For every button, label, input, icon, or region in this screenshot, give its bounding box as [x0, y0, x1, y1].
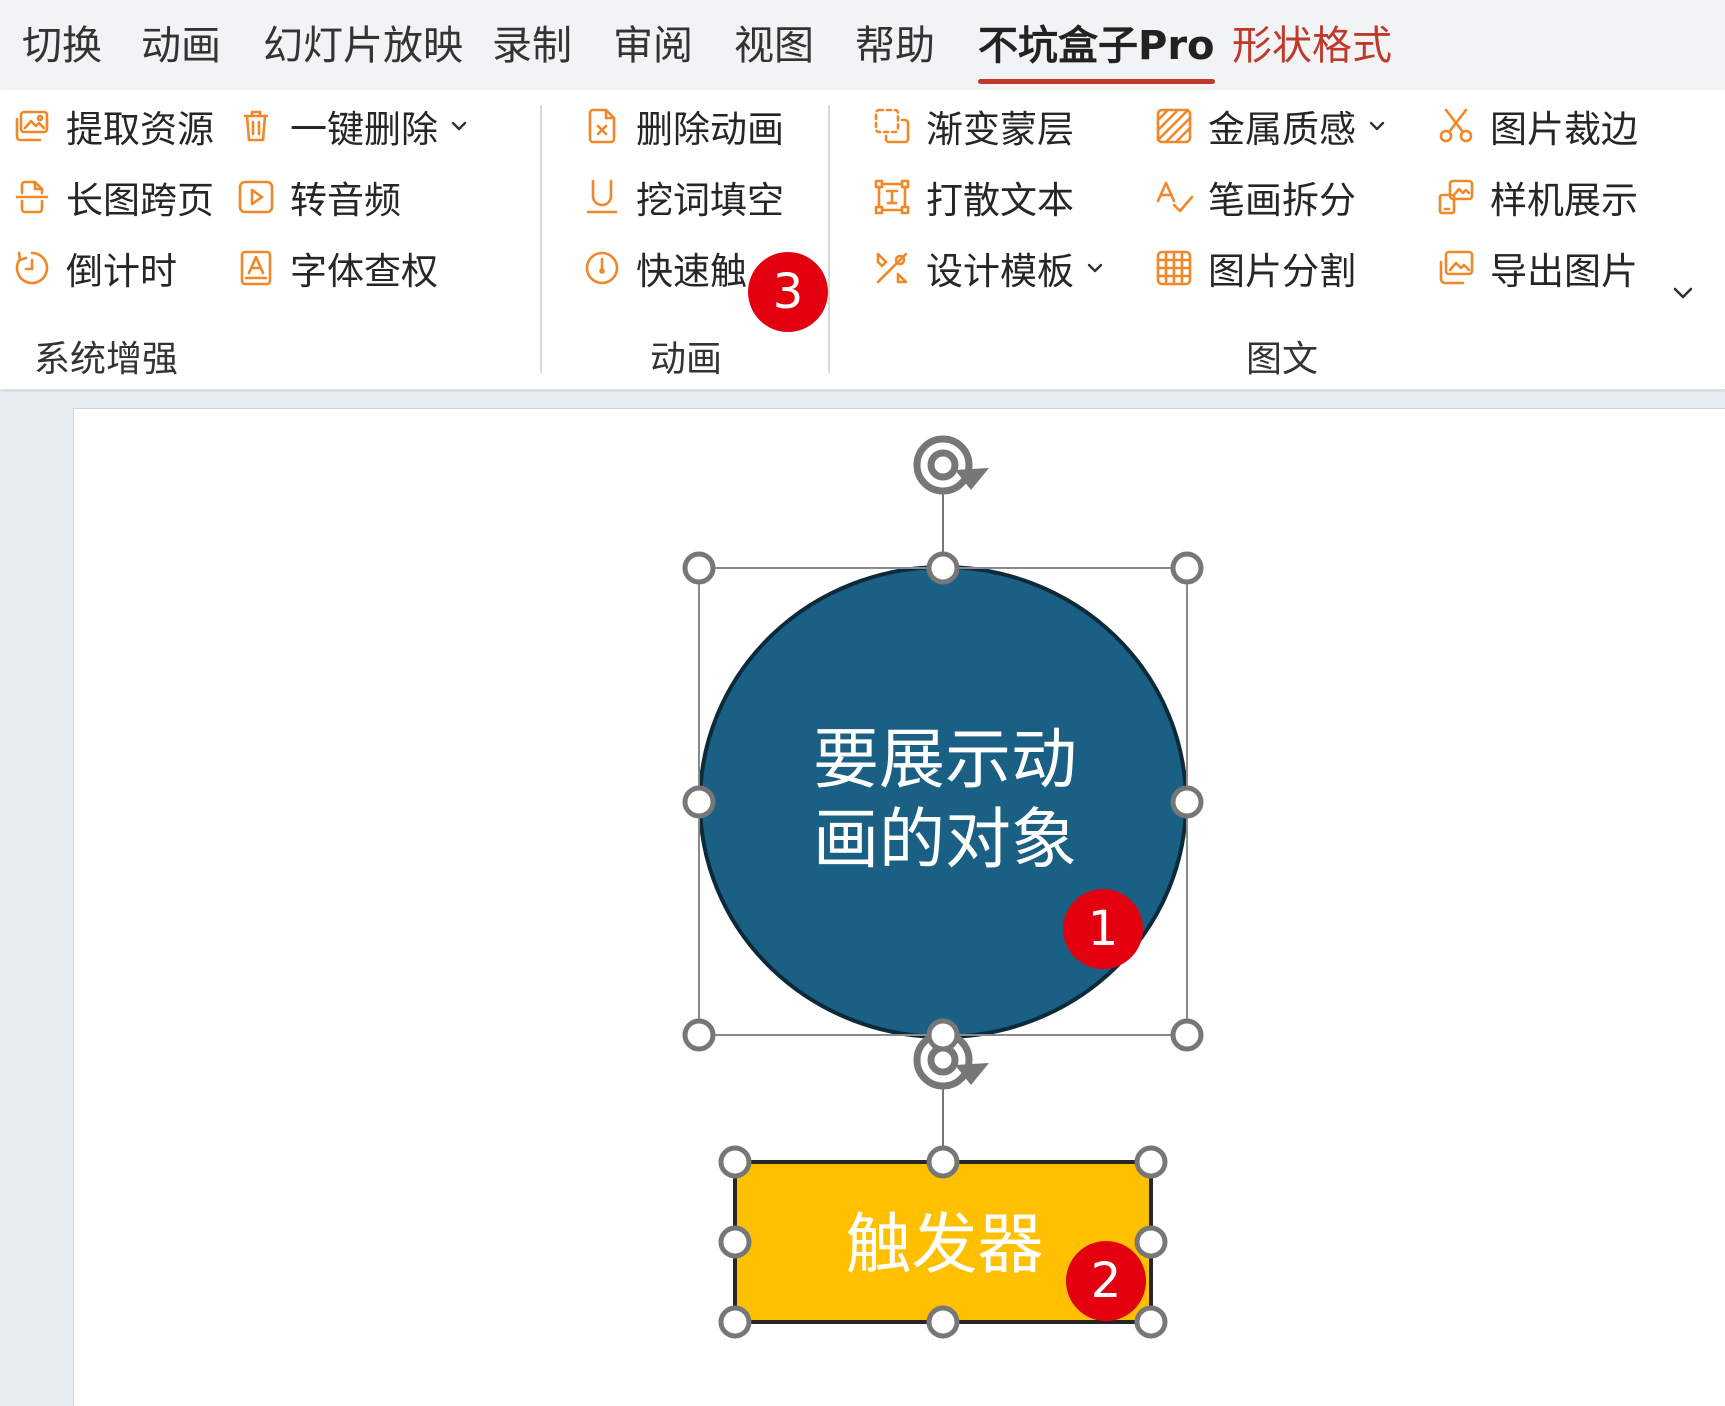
mockup-icon: [1436, 177, 1476, 217]
fill-in-blank-label: 挖词填空: [636, 179, 784, 222]
extract-resources-label: 提取资源: [66, 108, 214, 151]
delete-animation-label: 删除动画: [636, 108, 784, 151]
resize-handle[interactable]: [682, 1018, 716, 1052]
play-icon: [236, 177, 276, 217]
font-copyright-check-button[interactable]: 字体查权: [236, 240, 438, 296]
design-template-label: 设计模板: [926, 250, 1074, 293]
design-template-icon: [872, 248, 912, 288]
split-text-label: 打散文本: [926, 179, 1074, 222]
resize-handle[interactable]: [682, 785, 716, 819]
tab-animations[interactable]: 动画: [141, 18, 221, 74]
group-label-image-text: 图文: [1246, 339, 1319, 380]
one-click-delete-button[interactable]: 一键删除: [236, 98, 470, 154]
mockup-display-label: 样机展示: [1490, 179, 1638, 222]
to-audio-label: 转音频: [290, 179, 401, 222]
resize-handle[interactable]: [926, 551, 960, 585]
long-image-paging-label: 长图跨页: [66, 179, 214, 222]
scissors-icon: [1436, 106, 1476, 146]
image-extract-icon: [12, 106, 52, 146]
circle-shape-text: 要展示动 画的对象: [813, 721, 1077, 878]
image-crop-edge-label: 图片裁边: [1490, 108, 1638, 151]
long-image-icon: [12, 177, 52, 217]
group-separator: [540, 105, 542, 373]
mockup-display-button[interactable]: 样机展示: [1436, 169, 1638, 225]
tab-bukeng-box-pro[interactable]: 不坑盒子Pro: [978, 18, 1215, 84]
quick-trigger-icon: [582, 248, 622, 288]
chevron-down-icon: [1366, 115, 1388, 137]
fill-in-blank-button[interactable]: 挖词填空: [582, 169, 784, 225]
gradient-mask-label: 渐变蒙层: [926, 108, 1074, 151]
font-copyright-check-label: 字体查权: [290, 250, 438, 293]
tab-review[interactable]: 审阅: [613, 18, 693, 74]
trash-icon: [236, 106, 276, 146]
stroke-split-label: 笔画拆分: [1208, 179, 1356, 222]
step-badge-2: 2: [1066, 1241, 1146, 1321]
tab-record[interactable]: 录制: [492, 18, 572, 74]
one-click-delete-label: 一键删除: [290, 108, 438, 151]
export-image-icon: [1436, 248, 1476, 288]
metal-texture-button[interactable]: 金属质感: [1154, 98, 1388, 154]
countdown-button[interactable]: 倒计时: [12, 240, 177, 296]
font-check-icon: [236, 248, 276, 288]
export-image-button[interactable]: 导出图片: [1436, 240, 1638, 296]
split-text-icon: [872, 177, 912, 217]
gradient-mask-button[interactable]: 渐变蒙层: [872, 98, 1074, 154]
design-template-button[interactable]: 设计模板: [872, 240, 1106, 296]
ribbon-panel: 提取资源 一键删除 长图跨页 转音频 倒计时 字体查权 系统增强 删除动画 挖词…: [0, 90, 1725, 390]
step-badge-3: 3: [748, 252, 828, 332]
resize-handle[interactable]: [682, 551, 716, 585]
image-crop-edge-button[interactable]: 图片裁边: [1436, 98, 1638, 154]
metal-texture-label: 金属质感: [1208, 108, 1356, 151]
ribbon-tab-bar: 切换 动画 幻灯片放映 录制 审阅 视图 帮助 不坑盒子Pro 形状格式: [0, 0, 1725, 90]
to-audio-button[interactable]: 转音频: [236, 169, 401, 225]
resize-handle[interactable]: [926, 1305, 960, 1339]
chevron-down-icon: [1084, 257, 1106, 279]
underline-icon: [582, 177, 622, 217]
gradient-mask-icon: [872, 106, 912, 146]
resize-handle[interactable]: [1134, 1305, 1168, 1339]
tab-shape-format[interactable]: 形状格式: [1232, 18, 1392, 74]
group-label-system-enhance: 系统增强: [34, 339, 179, 380]
timer-icon: [12, 248, 52, 288]
chevron-down-icon: [448, 115, 470, 137]
resize-handle[interactable]: [718, 1145, 752, 1179]
tab-slideshow[interactable]: 幻灯片放映: [263, 18, 463, 74]
group-expand-chevron[interactable]: [1668, 278, 1698, 308]
image-split-button[interactable]: 图片分割: [1154, 240, 1356, 296]
split-text-button[interactable]: 打散文本: [872, 169, 1074, 225]
step-badge-1: 1: [1063, 889, 1143, 969]
tab-view[interactable]: 视图: [734, 18, 814, 74]
resize-handle[interactable]: [926, 1018, 960, 1052]
quick-trigger-button[interactable]: 快速触: [582, 240, 747, 296]
resize-handle[interactable]: [1170, 1018, 1204, 1052]
tab-transitions[interactable]: 切换: [22, 18, 102, 74]
long-image-paging-button[interactable]: 长图跨页: [12, 169, 214, 225]
delete-animation-button[interactable]: 删除动画: [582, 98, 784, 154]
image-split-label: 图片分割: [1208, 250, 1356, 293]
stroke-split-button[interactable]: 笔画拆分: [1154, 169, 1356, 225]
resize-handle[interactable]: [1134, 1145, 1168, 1179]
countdown-label: 倒计时: [66, 250, 177, 293]
quick-trigger-label: 快速触: [636, 250, 747, 293]
resize-handle[interactable]: [1170, 785, 1204, 819]
group-separator: [828, 105, 830, 373]
resize-handle[interactable]: [718, 1305, 752, 1339]
resize-handle[interactable]: [1170, 551, 1204, 585]
tab-help[interactable]: 帮助: [855, 18, 935, 74]
stroke-split-icon: [1154, 177, 1194, 217]
group-label-animation: 动画: [650, 339, 723, 380]
extract-resources-button[interactable]: 提取资源: [12, 98, 214, 154]
grid-icon: [1154, 248, 1194, 288]
resize-handle[interactable]: [926, 1145, 960, 1179]
metal-texture-icon: [1154, 106, 1194, 146]
export-image-label: 导出图片: [1490, 250, 1638, 293]
delete-animation-icon: [582, 106, 622, 146]
